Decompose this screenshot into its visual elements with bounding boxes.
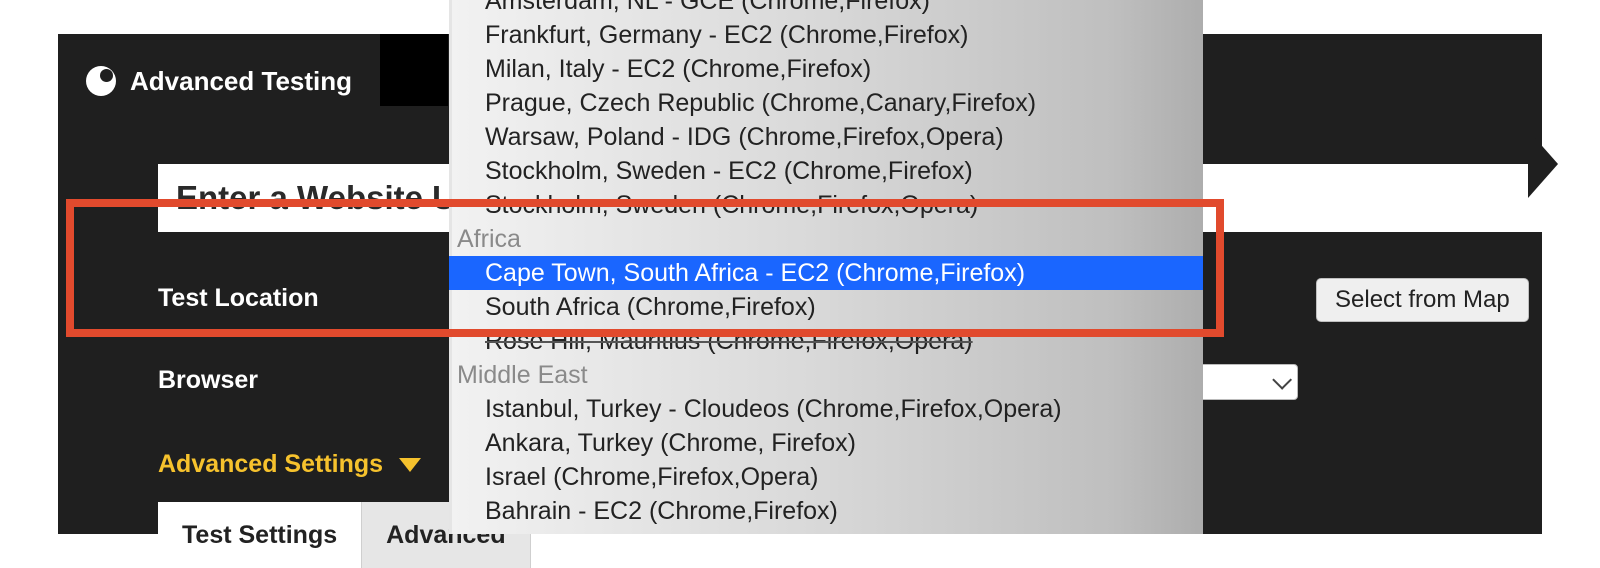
triangle-down-icon bbox=[399, 458, 421, 472]
select-from-map-button[interactable]: Select from Map bbox=[1316, 278, 1529, 322]
dropdown-item[interactable]: Frankfurt, Germany - EC2 (Chrome,Firefox… bbox=[449, 18, 1203, 52]
dropdown-item[interactable]: Milan, Italy - EC2 (Chrome,Firefox) bbox=[449, 52, 1203, 86]
label-browser: Browser bbox=[158, 366, 258, 395]
dropdown-item-struck[interactable]: Stockholm, Sweden (Chrome,Firefox,Opera) bbox=[449, 188, 1203, 222]
dropdown-item-selected[interactable]: Cape Town, South Africa - EC2 (Chrome,Fi… bbox=[449, 256, 1203, 290]
dropdown-item[interactable]: Israel (Chrome,Firefox,Opera) bbox=[449, 460, 1203, 494]
select-from-map-label: Select from Map bbox=[1335, 286, 1510, 314]
dropdown-item-struck[interactable]: Rose Hill, Mauritius (Chrome,Firefox,Ope… bbox=[449, 324, 1203, 358]
logo-icon bbox=[86, 66, 116, 96]
dropdown-item[interactable]: Amsterdam, NL - GCE (Chrome,Firefox) bbox=[449, 0, 1203, 18]
chevron-down-icon bbox=[1272, 370, 1292, 390]
dropdown-group-label: Africa bbox=[449, 222, 1203, 256]
advanced-settings-label: Advanced Settings bbox=[158, 450, 383, 479]
tab-test-settings[interactable]: Test Settings bbox=[158, 502, 362, 568]
dropdown-item[interactable]: Bahrain - EC2 (Chrome,Firefox) bbox=[449, 494, 1203, 528]
dropdown-item[interactable]: Prague, Czech Republic (Chrome,Canary,Fi… bbox=[449, 86, 1203, 120]
dropdown-item[interactable]: Stockholm, Sweden - EC2 (Chrome,Firefox) bbox=[449, 154, 1203, 188]
test-location-dropdown[interactable]: Amsterdam, NL - GCE (Chrome,Firefox) Fra… bbox=[449, 0, 1203, 534]
label-test-location: Test Location bbox=[158, 284, 319, 313]
dropdown-item[interactable]: South Africa (Chrome,Firefox) bbox=[449, 290, 1203, 324]
title-notch bbox=[380, 34, 448, 106]
run-test-arrow-icon[interactable] bbox=[1528, 130, 1558, 198]
panel-title: Advanced Testing bbox=[130, 66, 352, 97]
advanced-settings-toggle[interactable]: Advanced Settings bbox=[158, 450, 421, 479]
dropdown-item[interactable]: Warsaw, Poland - IDG (Chrome,Firefox,Ope… bbox=[449, 120, 1203, 154]
dropdown-item[interactable]: Ankara, Turkey (Chrome, Firefox) bbox=[449, 426, 1203, 460]
dropdown-item[interactable]: Istanbul, Turkey - Cloudeos (Chrome,Fire… bbox=[449, 392, 1203, 426]
dropdown-group-label: Middle East bbox=[449, 358, 1203, 392]
